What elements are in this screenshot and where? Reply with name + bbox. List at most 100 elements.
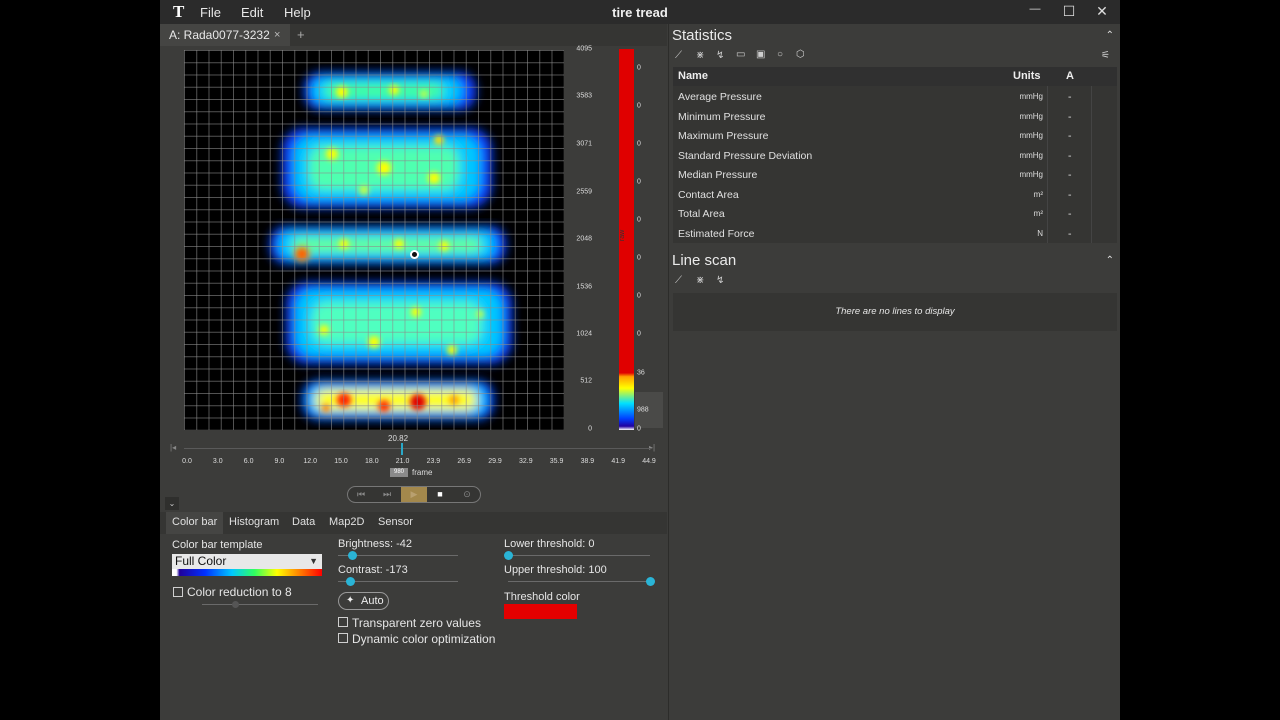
timeline-thumb[interactable] [401,443,404,455]
ellipse-tool-icon[interactable]: ○ [777,49,783,60]
color-reduction-checkbox[interactable] [173,587,183,597]
table-row[interactable]: Minimum Pressure mmHg - [673,108,1117,128]
upper-threshold-knob[interactable] [645,577,655,586]
color-reduction-knob[interactable] [232,601,239,608]
table-row[interactable]: Total Area m² - [673,205,1117,225]
line-scan-title: Line scan [672,252,737,269]
maximize-icon[interactable]: ☐ [1059,3,1079,20]
bottom-tabs: Color bar Histogram Data Map2D Sensor [160,512,667,534]
timeline-track[interactable] [184,448,652,449]
timeline-tick-label: 15.0 [334,458,348,465]
stat-name: Maximum Pressure [678,130,769,142]
chevron-down-icon: ▼ [309,556,318,566]
line-tool-icon[interactable]: ⟋ [675,275,682,286]
contrast-slider[interactable] [338,577,458,586]
colorbar-tick: 3071 [576,140,592,148]
magic-wand-icon: ✦ [346,595,355,606]
play-button[interactable]: ▶ [401,487,427,502]
colorbar-value: 0 [637,216,641,224]
colorbar-value: 0 [637,64,641,72]
timeline-start-icon[interactable]: |◂ [170,443,176,452]
stat-value-a: - [1068,130,1072,142]
colorbar-value: 0 [637,178,641,186]
timeline-tick-label: 32.9 [518,458,533,465]
threshold-color-label: Threshold color [504,591,580,603]
lower-threshold-label: Lower threshold: 0 [504,538,595,550]
chevron-down-icon[interactable]: ⌄ [165,497,179,510]
stat-value-a: - [1068,91,1072,103]
chevron-up-icon[interactable]: ⌃ [1106,255,1114,266]
line-tool-icon[interactable]: ⟋ [675,50,682,61]
dynamic-color-checkbox[interactable] [338,633,348,643]
timeline-frame-badge: 980 [390,468,408,477]
stat-value-a: - [1068,208,1072,220]
skip-forward-button[interactable]: ⏭ [374,487,400,502]
timeline-tick-label: 9.0 [274,458,285,465]
tab-color-bar[interactable]: Color bar [166,512,224,534]
upper-threshold-slider[interactable] [508,577,655,586]
stat-units: mmHg [1019,131,1043,140]
window-title: tire tread [612,5,668,20]
freehand-tool-icon[interactable]: ↯ [716,275,724,286]
colorbar-tick: 2559 [576,188,592,196]
minimize-icon[interactable]: — [1025,3,1045,15]
tab-rada0077[interactable]: A: Rada0077-3232 × [160,24,290,46]
column-units-header[interactable]: Units [1013,70,1041,82]
pressure-heatmap[interactable] [184,50,564,430]
tab-close-icon[interactable]: × [274,24,280,46]
column-a-header[interactable]: A [1066,70,1074,82]
tab-map2d[interactable]: Map2D [323,512,370,534]
tab-sensor[interactable]: Sensor [372,512,419,534]
timeline-tick-label: 12.0 [303,458,317,465]
stat-value-a: - [1068,227,1072,240]
close-icon[interactable]: ✕ [1092,3,1112,20]
stat-units: N [1037,228,1043,238]
playback-controls: ⏮ ⏭ ▶ ■ ⊙ [347,486,481,503]
chevron-up-icon[interactable]: ⌃ [1106,30,1114,41]
multi-line-tool-icon[interactable]: ⋇ [696,275,704,286]
brightness-slider[interactable] [338,551,458,560]
table-row[interactable]: Maximum Pressure mmHg - [673,127,1117,147]
stop-button[interactable]: ■ [427,487,453,502]
colorbar-tick: 1536 [576,283,592,291]
freehand-tool-icon[interactable]: ↯ [716,50,724,61]
grid-rect-tool-icon[interactable]: ▣ [756,49,765,60]
column-name-header[interactable]: Name [678,70,708,82]
document-tabs: A: Rada0077-3232 × + [160,24,667,46]
timeline-current-value: 20.82 [388,434,409,443]
lower-threshold-knob[interactable] [503,551,513,560]
tab-histogram[interactable]: Histogram [223,512,285,534]
template-label: Color bar template [172,539,263,551]
stat-units: mmHg [1019,92,1043,101]
transparent-zero-checkbox[interactable] [338,617,348,627]
table-row[interactable]: Estimated Force N - [673,225,1117,245]
add-tab-icon[interactable]: + [297,24,305,46]
template-select[interactable]: Full Color ▼ [172,554,322,569]
multi-line-tool-icon[interactable]: ⋇ [696,50,704,61]
lower-threshold-slider[interactable] [503,551,650,560]
table-row[interactable]: Standard Pressure Deviation mmHg - [673,147,1117,167]
threshold-color-swatch[interactable] [504,604,577,619]
auto-button[interactable]: ✦ Auto [338,592,389,610]
settings-tool-icon[interactable]: ⚟ [1101,50,1110,61]
table-row[interactable]: Median Pressure mmHg - [673,166,1117,186]
table-row[interactable]: Average Pressure mmHg - [673,88,1117,108]
contrast-knob[interactable] [345,577,355,586]
upper-threshold-label: Upper threshold: 100 [504,564,607,576]
statistics-title: Statistics [672,27,733,44]
stat-name: Contact Area [678,188,739,201]
color-reduction-slider[interactable] [202,601,318,608]
colorbar-value: 0 [637,292,641,300]
brightness-label: Brightness: -42 [338,538,412,550]
stat-name: Minimum Pressure [678,110,766,123]
skip-back-button[interactable]: ⏮ [348,487,374,502]
record-button[interactable]: ⊙ [454,487,480,502]
rectangle-tool-icon[interactable]: ▭ [736,49,745,60]
polygon-tool-icon[interactable]: ⬡ [796,49,805,60]
table-row[interactable]: Contact Area m² - [673,186,1117,206]
timeline-tick-label: 41.9 [611,458,625,465]
brightness-knob[interactable] [347,551,357,560]
crosshair-marker[interactable] [410,250,419,259]
colorbar-axis-label: raw [619,229,627,242]
tab-data[interactable]: Data [286,512,321,534]
